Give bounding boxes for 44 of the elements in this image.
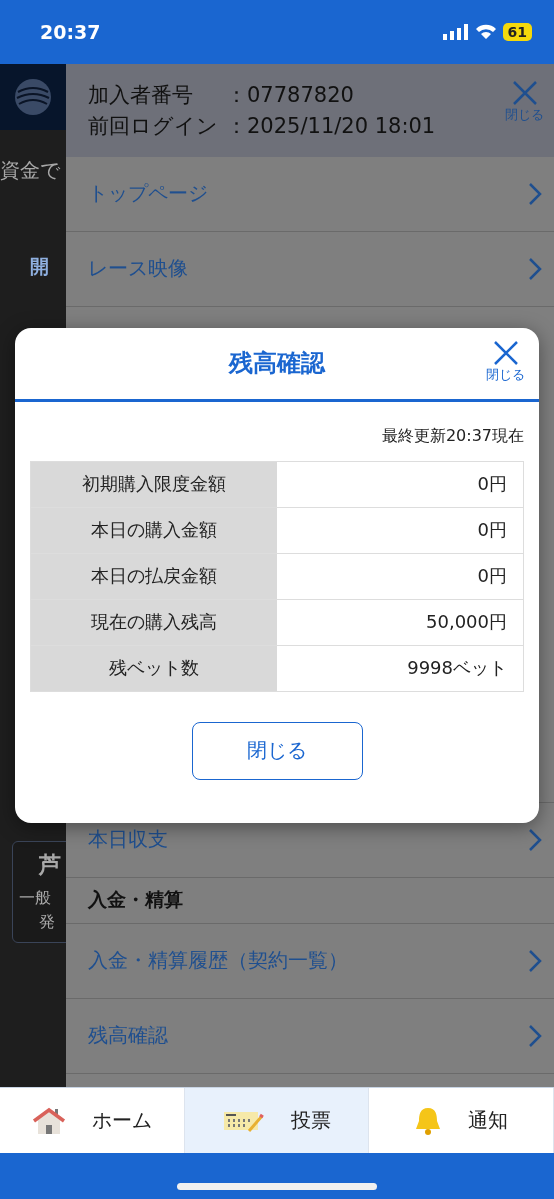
menu-item[interactable]: トップページ: [66, 156, 554, 232]
close-icon: [511, 79, 538, 106]
page-text: 一般: [19, 887, 51, 909]
table-cell: 残ベット数: [31, 645, 277, 691]
table-cell-text: 0円: [476, 564, 508, 589]
table-cell-text: 9998ベット: [406, 656, 508, 681]
close-button[interactable]: 閉じる: [191, 721, 363, 780]
dialog-title: 残高確認: [229, 348, 325, 380]
page-text: 発: [39, 911, 55, 933]
close-button[interactable]: 閉じる: [486, 339, 525, 384]
logo-icon: [14, 77, 52, 116]
table-cell: 初期購入限度金額: [31, 461, 277, 507]
battery-level: 61: [502, 22, 532, 41]
chevron-icon: [528, 948, 542, 973]
table-cell-text: 0円: [476, 518, 508, 543]
member-label: 加入者番号: [88, 81, 194, 109]
table-cell: 本日の払戻金額: [31, 553, 277, 599]
menu-item[interactable]: レース映像: [66, 231, 554, 307]
tab-label: 開: [30, 253, 49, 279]
login-label: 前回ログイン: [88, 112, 219, 140]
section-heading: 入金・精算: [66, 877, 554, 924]
chevron-icon: [528, 256, 542, 281]
table-cell: 本日の購入金額: [31, 507, 277, 553]
menu-item[interactable]: 入金・精算履歴（契約一覧）: [66, 923, 554, 999]
bell-icon: [414, 1105, 443, 1136]
page-text: 資金で: [0, 156, 60, 184]
house-icon: [31, 1106, 66, 1135]
nav-tab[interactable]: 投票: [184, 1088, 370, 1154]
signal-icon: [442, 23, 469, 40]
page-text: 芦: [39, 850, 61, 879]
wifi-icon: [474, 23, 497, 40]
table-cell: 現在の購入残高: [31, 599, 277, 645]
table-cell-text: 50,000円: [425, 610, 508, 635]
member-number: ：07787820: [226, 81, 354, 109]
updated-time: 最終更新20:37現在: [380, 424, 525, 447]
close-icon: [492, 339, 519, 366]
login-time: ：2025/11/20 18:01: [226, 112, 436, 140]
chevron-icon: [528, 181, 542, 206]
table-cell-text: 0円: [476, 472, 508, 497]
chevron-icon: [528, 1023, 542, 1048]
clock: 20:37: [40, 20, 101, 43]
chevron-icon: [528, 827, 542, 852]
close-button[interactable]: 閉じる: [505, 79, 544, 130]
menu-item[interactable]: 残高確認: [66, 998, 554, 1074]
